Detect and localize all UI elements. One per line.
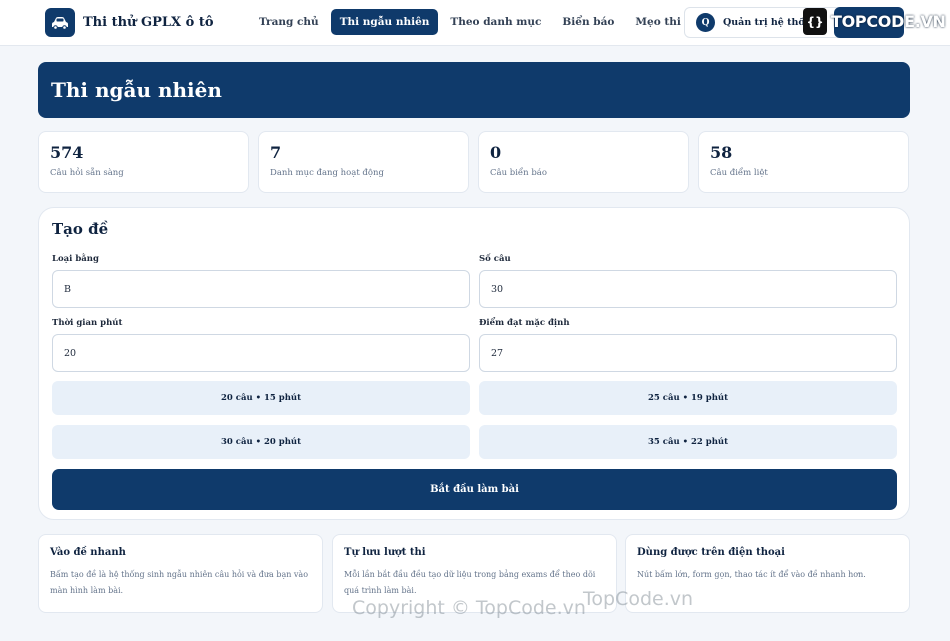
duration-label: Thời gian phút — [52, 318, 123, 328]
stat-label: Câu điểm liệt — [710, 168, 768, 178]
stat-value: 58 — [710, 143, 733, 162]
brand[interactable]: Thi thử GPLX ô tô — [45, 8, 214, 37]
preset-30-questions-button[interactable]: 30 câu • 20 phút — [52, 425, 470, 459]
nav-item-home[interactable]: Trang chủ — [250, 9, 328, 35]
pass-score-input[interactable] — [479, 334, 897, 372]
nav-item-road-signs[interactable]: Biển báo — [553, 9, 623, 35]
pass-score-label: Điểm đạt mặc định — [479, 318, 570, 328]
nav-item-by-category[interactable]: Theo danh mục — [441, 9, 550, 35]
info-card-quick-start: Vào đề nhanh Bấm tạo đề là hệ thống sinh… — [38, 534, 323, 613]
info-card-title: Dùng được trên điện thoại — [637, 547, 785, 558]
stat-value: 0 — [490, 143, 502, 162]
create-exam-card: Tạo đề Loại bằng Số câu Thời gian phút Đ… — [38, 207, 910, 520]
info-card-title: Tự lưu lượt thi — [344, 547, 426, 558]
topcode-watermark-logo: {} TOPCODE.VN — [803, 8, 946, 35]
question-count-input[interactable] — [479, 270, 897, 308]
stat-card-critical-questions: 58 Câu điểm liệt — [698, 131, 909, 193]
info-card-text: Bấm tạo đề là hệ thống sinh ngẫu nhiên c… — [50, 570, 309, 595]
copyright-watermark: Copyright © TopCode.vn — [352, 597, 586, 619]
top-navigation-bar: Thi thử GPLX ô tô Trang chủ Thi ngẫu nhi… — [0, 0, 950, 46]
question-count-label: Số câu — [479, 254, 511, 264]
watermark-logo-text: TOPCODE.VN — [831, 12, 946, 31]
page-header: Thi ngẫu nhiên — [38, 62, 910, 118]
avatar: Q — [696, 13, 715, 32]
info-card-title: Vào đề nhanh — [50, 547, 126, 558]
page-title: Thi ngẫu nhiên — [51, 78, 222, 102]
main-nav: Trang chủ Thi ngẫu nhiên Theo danh mục B… — [250, 9, 693, 35]
stat-value: 574 — [50, 143, 84, 162]
preset-35-questions-button[interactable]: 35 câu • 22 phút — [479, 425, 897, 459]
preset-20-questions-button[interactable]: 20 câu • 15 phút — [52, 381, 470, 415]
preset-25-questions-button[interactable]: 25 câu • 19 phút — [479, 381, 897, 415]
stat-value: 7 — [270, 143, 282, 162]
license-type-input[interactable] — [52, 270, 470, 308]
brand-title: Thi thử GPLX ô tô — [83, 15, 214, 30]
stat-card-categories: 7 Danh mục đang hoạt động — [258, 131, 469, 193]
nav-item-random-exam[interactable]: Thi ngẫu nhiên — [330, 9, 439, 35]
nav-item-tips[interactable]: Mẹo thi — [626, 9, 689, 35]
watermark-text: TopCode.vn — [583, 588, 694, 610]
stat-card-sign-questions: 0 Câu biển báo — [478, 131, 689, 193]
info-card-text: Mỗi lần bắt đầu đều tạo dữ liệu trong bả… — [344, 570, 596, 595]
topcode-logo-icon: {} — [803, 8, 827, 35]
car-icon — [45, 8, 75, 37]
license-type-label: Loại bằng — [52, 254, 99, 264]
duration-input[interactable] — [52, 334, 470, 372]
stat-label: Câu hỏi sẵn sàng — [50, 168, 124, 178]
form-title: Tạo đề — [52, 220, 109, 238]
stat-label: Danh mục đang hoạt động — [270, 168, 384, 178]
stat-label: Câu biển báo — [490, 168, 547, 178]
start-exam-button[interactable]: Bắt đầu làm bài — [52, 469, 897, 510]
stat-card-questions: 574 Câu hỏi sẵn sàng — [38, 131, 249, 193]
info-card-text: Nút bấm lớn, form gọn, thao tác ít để và… — [637, 570, 866, 579]
